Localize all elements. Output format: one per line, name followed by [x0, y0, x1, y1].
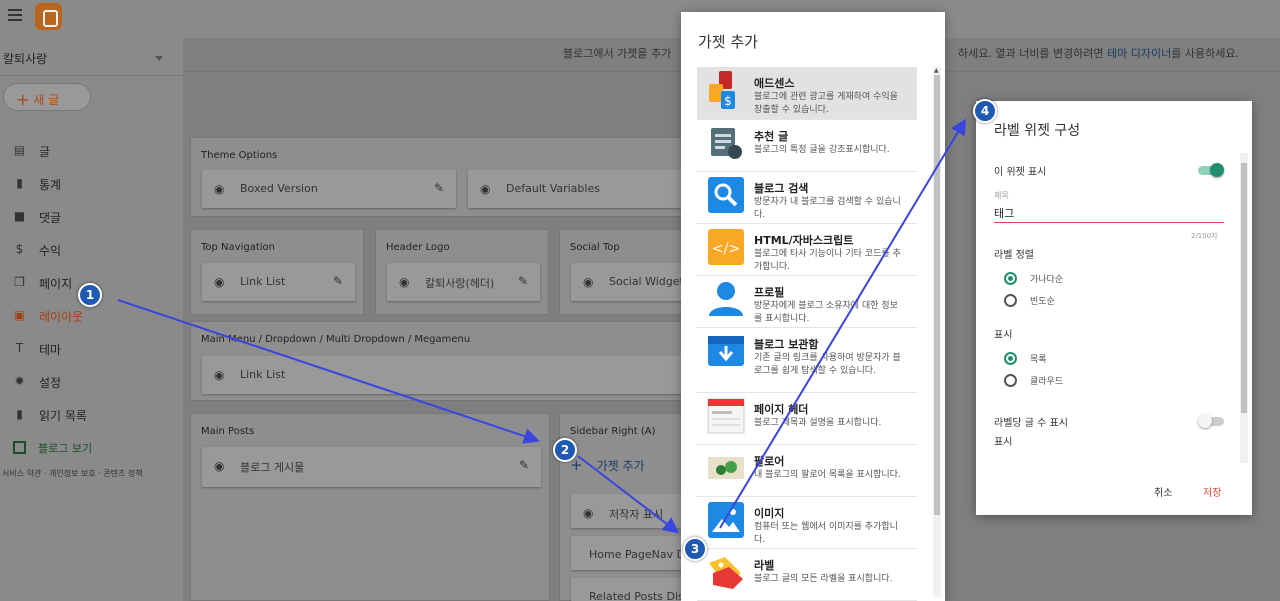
annotation-badge-4: 4: [973, 99, 997, 123]
annotation-badge-1: 1: [78, 283, 102, 307]
arrow-3-to-4: [719, 118, 967, 529]
arrow-1-to-2: [117, 299, 540, 444]
annotation-badge-3: 3: [683, 537, 707, 561]
annotation-badge-2: 2: [553, 438, 577, 462]
screen: 칼퇴사랑 + 새 글 ▤ 글 ▮ 통계 ■ 댓글 $ 수익 ❐ 페이지 ▣ 레이아웃 T 테마 …: [0, 0, 1280, 601]
arrow-2-to-3: [577, 455, 680, 534]
annotation-arrows: [117, 118, 967, 534]
